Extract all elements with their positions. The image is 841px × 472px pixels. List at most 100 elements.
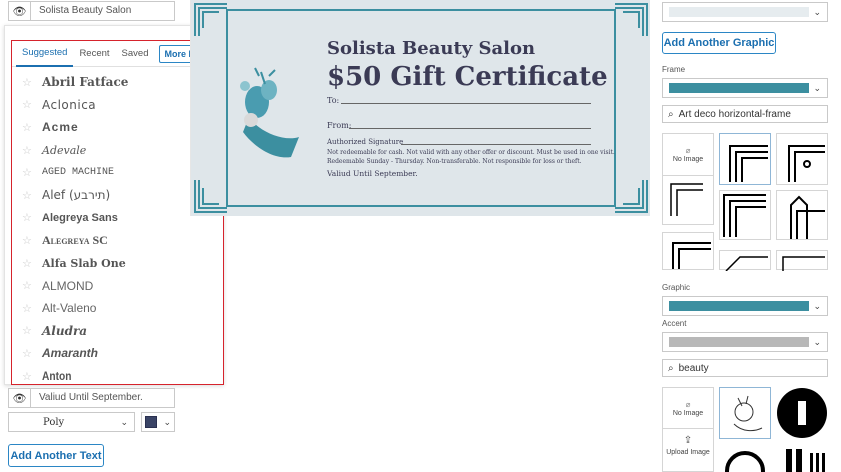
- chevron-down-icon: ⌄: [813, 82, 821, 93]
- font-name: Alef (תירבע): [42, 188, 111, 203]
- editor-root: 👁 Solista Beauty Salon × Suggested Recen…: [0, 0, 841, 472]
- frame-tile-1[interactable]: [719, 133, 771, 185]
- graphic-tile-lipstick[interactable]: [776, 387, 828, 439]
- frame-tile-3[interactable]: [662, 175, 714, 225]
- frame-tile-8[interactable]: [776, 250, 828, 271]
- woman-floral-graphic: [240, 67, 299, 158]
- accent-color-select[interactable]: ⌄: [662, 332, 828, 352]
- star-icon[interactable]: ☆: [22, 324, 42, 337]
- star-icon[interactable]: ☆: [22, 257, 42, 270]
- star-icon[interactable]: ☆: [22, 302, 42, 315]
- font-name: Anton: [42, 369, 72, 384]
- font-item-alt-valeno[interactable]: ☆ Alt-Valeno: [12, 297, 223, 320]
- color-bar: [669, 83, 809, 93]
- frame-tile-6[interactable]: [662, 232, 714, 270]
- add-text-button[interactable]: Add Another Text: [8, 444, 104, 467]
- validity-field-row: 👁 Valiud Until September.: [8, 388, 175, 408]
- graphic-tile-mirror[interactable]: [719, 445, 771, 472]
- font-name: Alt-Valeno: [42, 301, 97, 316]
- upload-image-label: Upload Image: [666, 449, 710, 456]
- star-icon[interactable]: ☆: [22, 234, 42, 247]
- no-image-icon: ⌀: [685, 400, 691, 409]
- frame-search-input[interactable]: ⌕ Art deco horizontal-frame: [662, 105, 828, 123]
- certificate-title[interactable]: $50 Gift Certificate: [327, 62, 608, 92]
- to-label[interactable]: To:: [327, 96, 339, 105]
- font-select-value: Poly: [43, 416, 65, 428]
- frame-tile-4[interactable]: [719, 190, 771, 240]
- no-image-label: No Image: [672, 156, 704, 163]
- star-icon[interactable]: ☆: [22, 211, 42, 224]
- frame-color-select[interactable]: ⌄: [662, 78, 828, 98]
- graphic-search-input[interactable]: ⌕ beauty: [662, 359, 828, 377]
- star-icon[interactable]: ☆: [22, 370, 42, 383]
- add-graphic-button[interactable]: Add Another Graphic: [662, 32, 776, 54]
- font-item-aludra[interactable]: ☆ Aludra: [12, 320, 223, 343]
- comb-thumbnail: [786, 449, 825, 472]
- font-select[interactable]: Poly ⌄: [8, 412, 135, 432]
- text-color-picker[interactable]: ⌄: [141, 412, 175, 432]
- star-icon[interactable]: ☆: [22, 347, 42, 360]
- fine-print-2[interactable]: Redeemable Sunday - Thursday. Non-transf…: [327, 158, 582, 165]
- star-icon[interactable]: ☆: [22, 144, 42, 157]
- font-name: Adevale: [42, 143, 87, 157]
- frame-thumbnail: [788, 145, 825, 182]
- color-bar: [669, 337, 809, 347]
- tab-recent[interactable]: Recent: [73, 41, 115, 67]
- font-item-amaranth[interactable]: ☆ Amaranth: [12, 342, 223, 365]
- font-name: Acme: [42, 120, 79, 135]
- font-item-alegreya-sc[interactable]: ☆ Alegreya SC: [12, 229, 223, 252]
- valid-until[interactable]: Valiud Until September.: [327, 169, 418, 178]
- from-label[interactable]: From:: [327, 121, 351, 130]
- star-icon[interactable]: ☆: [22, 98, 42, 111]
- font-name: Abril Fatface: [42, 75, 129, 90]
- graphic-tile-woman[interactable]: [719, 387, 771, 439]
- top-color-select[interactable]: ⌄: [662, 2, 828, 22]
- accent-label: Accent: [662, 319, 687, 328]
- font-name: Alfa Slab One: [42, 256, 126, 270]
- title-text-input[interactable]: Solista Beauty Salon: [30, 1, 175, 21]
- font-item-alfa-slab-one[interactable]: ☆ Alfa Slab One: [12, 252, 223, 275]
- chevron-down-icon: ⌄: [813, 6, 821, 17]
- upload-image-tile[interactable]: ⇪ Upload Image: [662, 428, 714, 472]
- frame-thumbnail: [672, 242, 711, 269]
- color-swatch: [145, 416, 157, 428]
- font-item-anton[interactable]: ☆ Anton: [12, 365, 223, 384]
- frame-tile-5[interactable]: [776, 190, 828, 240]
- frame-thumbnail: [782, 256, 825, 271]
- graphic-color-select[interactable]: ⌄: [662, 296, 828, 316]
- font-name: ALMOND: [42, 278, 94, 293]
- font-item-almond[interactable]: ☆ ALMOND: [12, 274, 223, 297]
- font-name: Amaranth: [42, 346, 99, 361]
- woman-floral-thumbnail: [733, 395, 763, 432]
- title-field-row: 👁 Solista Beauty Salon: [8, 1, 175, 21]
- business-name[interactable]: Solista Beauty Salon: [327, 38, 535, 59]
- search-icon: ⌕: [668, 362, 674, 374]
- fine-print-1[interactable]: Not redeemable for cash. Not valid with …: [327, 149, 615, 156]
- signature-label[interactable]: Authorized Signature: [327, 138, 403, 146]
- star-icon[interactable]: ☆: [22, 121, 42, 134]
- visibility-eye-icon[interactable]: 👁: [8, 388, 30, 408]
- from-line: [349, 128, 591, 129]
- chevron-down-icon: ⌄: [120, 416, 128, 427]
- frame-tile-2[interactable]: [776, 133, 828, 185]
- frame-tile-7[interactable]: [719, 250, 771, 272]
- font-name: Aludra: [42, 323, 88, 338]
- graphic-search-text: beauty: [678, 362, 709, 374]
- certificate-canvas: Solista Beauty Salon $50 Gift Certificat…: [190, 0, 650, 216]
- star-icon[interactable]: ☆: [22, 279, 42, 292]
- color-bar: [669, 301, 809, 311]
- frame-search-text: Art deco horizontal-frame: [678, 108, 791, 120]
- tab-suggested[interactable]: Suggested: [16, 41, 74, 67]
- chevron-down-icon: ⌄: [813, 300, 821, 311]
- star-icon[interactable]: ☆: [22, 76, 42, 89]
- to-line: [341, 103, 591, 104]
- color-bar: [669, 7, 809, 17]
- graphic-tile-comb[interactable]: [776, 445, 828, 472]
- validity-text-input[interactable]: Valiud Until September.: [30, 388, 175, 408]
- chevron-down-icon: ⌄: [813, 336, 821, 347]
- tab-saved[interactable]: Saved: [116, 41, 155, 67]
- star-icon[interactable]: ☆: [22, 166, 42, 179]
- visibility-eye-icon[interactable]: 👁: [8, 1, 30, 21]
- font-name: AGED MACHINE: [42, 167, 115, 179]
- star-icon[interactable]: ☆: [22, 189, 42, 202]
